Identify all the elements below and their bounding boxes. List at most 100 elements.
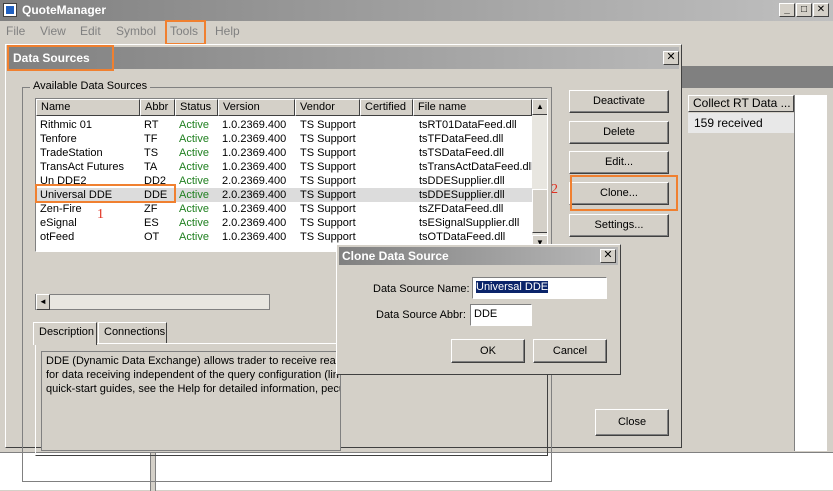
tab-connections[interactable]: Connections: [98, 322, 167, 344]
deactivate-button[interactable]: Deactivate: [569, 90, 669, 113]
available-data-sources-label: Available Data Sources: [30, 80, 151, 92]
close-button[interactable]: Close: [595, 409, 669, 436]
close-window-button[interactable]: ✕: [813, 3, 829, 17]
settings-button[interactable]: Settings...: [569, 214, 669, 237]
grid-header-collect-rt[interactable]: Collect RT Data ...: [688, 95, 794, 112]
clone-dialog-close-icon[interactable]: ✕: [600, 249, 616, 263]
table-row[interactable]: TradeStation TS Active 1.0.2369.400 TS Suppo…: [36, 146, 533, 160]
ok-button[interactable]: OK: [451, 339, 525, 363]
minimize-button[interactable]: _: [779, 3, 795, 17]
cell-file: tsTSDataFeed.dll: [419, 147, 504, 159]
cell-abbr: TS: [144, 147, 159, 159]
menu-help[interactable]: Help: [215, 24, 240, 38]
cell-vendor: TS Support: [300, 161, 356, 173]
annotation-marker-2: 2: [551, 182, 558, 197]
column-status[interactable]: Status: [175, 99, 218, 116]
table-row[interactable]: Zen-Fire ZF Active 1.0.2369.400 TS Support ts…: [36, 202, 533, 216]
cell-vendor: TS Support: [300, 231, 356, 243]
data-source-name-field[interactable]: Universal DDE: [472, 277, 607, 299]
menu-file[interactable]: File: [6, 24, 25, 38]
cell-abbr: OT: [144, 231, 160, 243]
cell-version: 1.0.2369.400: [222, 203, 287, 215]
cell-vendor: TS Support: [300, 119, 356, 131]
cell-version: 2.0.2369.400: [222, 175, 287, 187]
cell-vendor: TS Support: [300, 189, 356, 201]
menu-symbol[interactable]: Symbol: [116, 24, 156, 38]
data-sources-list[interactable]: Name Abbr Status Version Vendor Certifie…: [35, 98, 548, 252]
edit-button[interactable]: Edit...: [569, 151, 669, 174]
table-row[interactable]: Rithmic 01 RT Active 1.0.2369.400 TS Support…: [36, 118, 533, 132]
cell-vendor: TS Support: [300, 217, 356, 229]
cell-version: 1.0.2369.400: [222, 147, 287, 159]
table-row[interactable]: TransAct Futures TA Active 1.0.2369.400 TS S…: [36, 160, 534, 174]
menu-view[interactable]: View: [40, 24, 66, 38]
data-sources-close-icon[interactable]: ✕: [663, 51, 679, 65]
cell-abbr: TA: [144, 161, 158, 173]
cell-name: Rithmic 01: [40, 119, 92, 131]
clone-data-source-dialog: Clone Data Source ✕ Data Source Name: Un…: [336, 244, 621, 375]
column-abbr[interactable]: Abbr: [140, 99, 175, 116]
data-source-name-label: Data Source Name:: [373, 283, 470, 295]
cell-status: Active: [179, 133, 209, 145]
app-titlebar: QuoteManager _ □ ✕: [0, 0, 833, 21]
delete-button[interactable]: Delete: [569, 121, 669, 144]
cell-file: tsTFDataFeed.dll: [419, 133, 504, 145]
workspace-toolbar: [680, 66, 833, 88]
selected-row-highlight: [35, 184, 176, 203]
list-vertical-scrollbar[interactable]: ▲ ▼: [532, 99, 547, 251]
cell-abbr: RT: [144, 119, 159, 131]
tools-menu-highlight: [165, 20, 206, 45]
column-vendor[interactable]: Vendor: [295, 99, 360, 116]
cell-status: Active: [179, 175, 209, 187]
description-line-3: quick-start guides, see the Help for det…: [46, 383, 341, 395]
cell-status: Active: [179, 217, 209, 229]
cell-file: tsDDESupplier.dll: [419, 175, 505, 187]
data-source-abbr-field[interactable]: DDE: [470, 304, 532, 326]
scroll-thumb[interactable]: [532, 189, 547, 233]
cell-file: tsRT01DataFeed.dll: [419, 119, 517, 131]
table-row[interactable]: Tenfore TF Active 1.0.2369.400 TS Support tsT…: [36, 132, 533, 146]
column-name[interactable]: Name: [36, 99, 140, 116]
cell-abbr: TF: [144, 133, 158, 145]
list-horizontal-scrollbar[interactable]: ◄: [35, 294, 270, 310]
cell-vendor: TS Support: [300, 203, 356, 215]
cell-status: Active: [179, 189, 209, 201]
scroll-left-icon[interactable]: ◄: [36, 294, 50, 310]
data-sources-title-highlight: [7, 45, 114, 71]
annotation-marker-1: 1: [97, 207, 104, 222]
cell-version: 2.0.2369.400: [222, 189, 287, 201]
app-icon: [3, 3, 17, 17]
cell-status: Active: [179, 147, 209, 159]
cell-name: Zen-Fire: [40, 203, 82, 215]
grid-area: [794, 95, 827, 451]
column-file-name[interactable]: File name: [413, 99, 532, 116]
cell-vendor: TS Support: [300, 147, 356, 159]
cell-file: tsZFDataFeed.dll: [419, 203, 504, 215]
cell-file: tsESignalSupplier.dll: [419, 217, 520, 229]
scroll-up-icon[interactable]: ▲: [532, 99, 547, 115]
data-source-abbr-label: Data Source Abbr:: [376, 309, 466, 321]
cell-version: 1.0.2369.400: [222, 231, 287, 243]
cell-status: Active: [179, 161, 209, 173]
maximize-button[interactable]: □: [796, 3, 812, 17]
cell-name: Tenfore: [40, 133, 77, 145]
cell-vendor: TS Support: [300, 133, 356, 145]
table-row[interactable]: otFeed OT Active 1.0.2369.400 TS Support tsOT…: [36, 230, 533, 244]
cell-version: 1.0.2369.400: [222, 161, 287, 173]
cell-name: TradeStation: [40, 147, 103, 159]
table-row[interactable]: eSignal ES Active 2.0.2369.400 TS Support tsE…: [36, 216, 533, 230]
tab-description[interactable]: Description: [33, 322, 97, 345]
column-version[interactable]: Version: [218, 99, 295, 116]
menu-bar: File View Edit Symbol Tools Help: [0, 21, 833, 41]
clone-dialog-title: Clone Data Source: [342, 249, 449, 263]
cell-file: tsTransActDataFeed.dll: [419, 161, 534, 173]
cancel-button[interactable]: Cancel: [533, 339, 607, 363]
cell-file: tsOTDataFeed.dll: [419, 231, 506, 243]
cell-status: Active: [179, 231, 209, 243]
cell-status: Active: [179, 203, 209, 215]
description-line-2: for data receiving independent of the qu…: [46, 369, 339, 381]
column-certified[interactable]: Certified: [360, 99, 413, 116]
cell-name: TransAct Futures: [40, 161, 124, 173]
clone-dialog-titlebar: Clone Data Source ✕: [339, 247, 618, 265]
menu-edit[interactable]: Edit: [80, 24, 101, 38]
